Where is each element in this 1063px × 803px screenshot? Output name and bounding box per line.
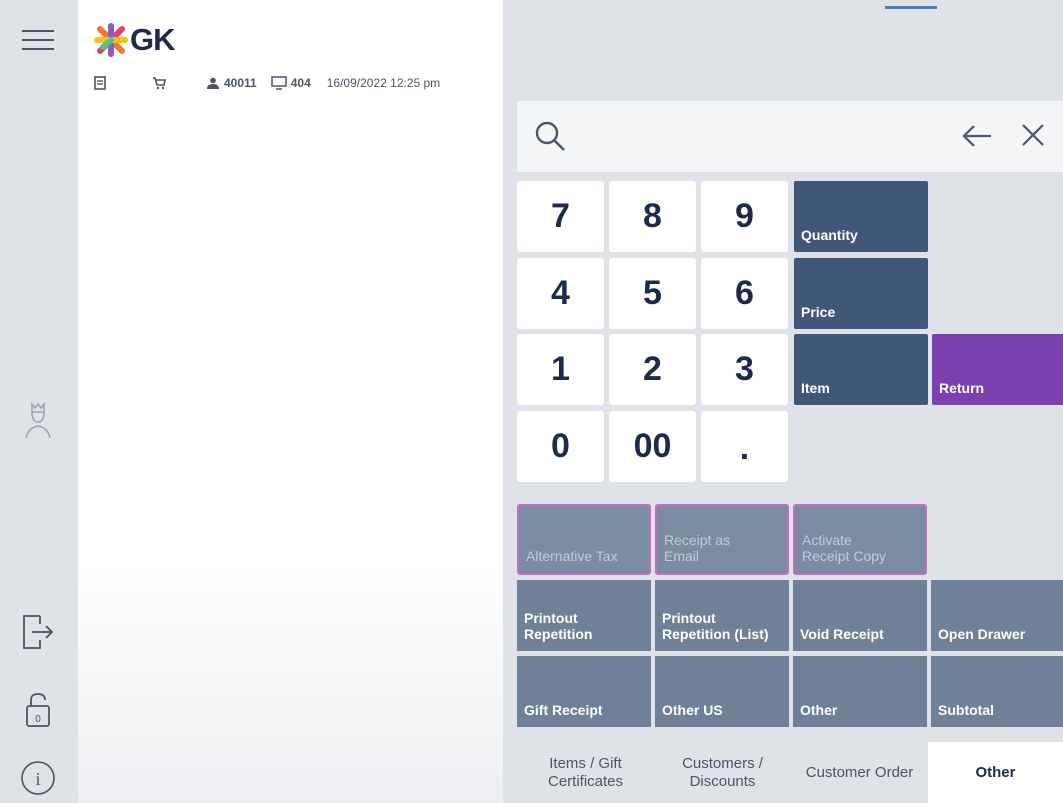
tab-items-gift-certificates-label: Items / Gift Certificates bbox=[548, 755, 623, 791]
printout-repetition-button[interactable]: Printout Repetition bbox=[517, 580, 651, 651]
monitor-icon bbox=[270, 76, 287, 90]
void-receipt-button[interactable]: Void Receipt bbox=[793, 580, 927, 651]
search-icon[interactable] bbox=[533, 119, 567, 158]
logout-icon[interactable] bbox=[18, 612, 58, 652]
crown-icon[interactable] bbox=[18, 400, 58, 440]
key-0[interactable]: 0 bbox=[517, 411, 604, 482]
lock-icon[interactable]: 0 bbox=[18, 690, 58, 730]
svg-text:0: 0 bbox=[35, 714, 41, 725]
key-decimal[interactable]: . bbox=[701, 411, 788, 482]
key-6[interactable]: 6 bbox=[701, 258, 788, 329]
top-indicator bbox=[885, 6, 937, 9]
activate-receipt-copy-line2: Receipt Copy bbox=[802, 548, 887, 564]
tab-other[interactable]: Other bbox=[928, 742, 1063, 803]
tab-items-gift-certificates[interactable]: Items / Gift Certificates bbox=[517, 742, 654, 803]
receipt-as-email-line1: Receipt as bbox=[664, 532, 731, 548]
key-5[interactable]: 5 bbox=[609, 258, 696, 329]
side-rail: 0 i bbox=[0, 0, 78, 803]
right-panel: 7 8 9 4 5 6 1 2 3 0 00 . Quantity Price … bbox=[503, 0, 1063, 803]
key-1[interactable]: 1 bbox=[517, 334, 604, 405]
alternative-tax-label: Alternative Tax bbox=[526, 548, 618, 564]
terminal-id: 404 bbox=[270, 76, 311, 90]
user-id-value: 40011 bbox=[224, 76, 257, 90]
svg-text:i: i bbox=[35, 769, 40, 789]
tab-items-line2: Certificates bbox=[547, 772, 624, 790]
menu-icon[interactable] bbox=[18, 20, 58, 60]
key-7[interactable]: 7 bbox=[517, 181, 604, 252]
receipt-panel: GK 40011 404 16/09/2022 12:25 pm bbox=[78, 0, 503, 803]
datetime: 16/09/2022 12:25 pm bbox=[326, 76, 441, 90]
price-button[interactable]: Price bbox=[794, 258, 928, 329]
printout-repetition-list-label: Printout Repetition (List) bbox=[662, 610, 769, 642]
key-9[interactable]: 9 bbox=[701, 181, 788, 252]
tab-customers-discounts-label: Customers / Discounts bbox=[682, 755, 763, 791]
gk-logo-icon bbox=[94, 23, 128, 57]
return-button[interactable]: Return bbox=[932, 334, 1063, 405]
search-bar[interactable] bbox=[517, 101, 1063, 172]
logo-text: GK bbox=[130, 22, 175, 57]
printout-repetition-list-button[interactable]: Printout Repetition (List) bbox=[655, 580, 789, 651]
back-arrow-icon[interactable] bbox=[961, 121, 993, 156]
other-us-button[interactable]: Other US bbox=[655, 656, 789, 727]
other-button[interactable]: Other bbox=[793, 656, 927, 727]
terminal-id-value: 404 bbox=[290, 76, 311, 90]
key-3[interactable]: 3 bbox=[701, 334, 788, 405]
key-2[interactable]: 2 bbox=[609, 334, 696, 405]
quantity-button[interactable]: Quantity bbox=[794, 181, 928, 252]
receipt-icon[interactable] bbox=[94, 76, 106, 90]
activate-receipt-copy-label: Activate Receipt Copy bbox=[802, 532, 886, 564]
printout-repetition-label: Printout Repetition bbox=[524, 610, 592, 642]
printout-repetition-list-line2: Repetition (List) bbox=[662, 626, 769, 642]
receipt-as-email-button[interactable]: Receipt as Email bbox=[655, 504, 789, 575]
key-00[interactable]: 00 bbox=[609, 411, 696, 482]
user-id: 40011 bbox=[206, 76, 257, 90]
receipt-header: GK 40011 404 16/09/2022 12:25 pm bbox=[78, 0, 503, 101]
status-bar: 40011 404 16/09/2022 12:25 pm bbox=[94, 76, 440, 90]
key-4[interactable]: 4 bbox=[517, 258, 604, 329]
receipt-as-email-line2: Email bbox=[664, 548, 700, 564]
key-8[interactable]: 8 bbox=[609, 181, 696, 252]
tab-items-line1: Items / Gift bbox=[549, 754, 622, 772]
gk-logo: GK bbox=[94, 22, 175, 58]
user-icon bbox=[207, 77, 219, 89]
printout-repetition-list-line1: Printout bbox=[662, 610, 716, 626]
category-tabs: Items / Gift Certificates Customers / Disc… bbox=[517, 742, 1063, 803]
printout-repetition-line1: Printout bbox=[524, 610, 578, 626]
gift-receipt-button[interactable]: Gift Receipt bbox=[517, 656, 651, 727]
printout-repetition-line2: Repetition bbox=[524, 626, 593, 642]
close-icon[interactable] bbox=[1019, 121, 1047, 154]
alternative-tax-button[interactable]: Alternative Tax bbox=[517, 504, 651, 575]
tab-customers-line1: Customers / bbox=[682, 754, 763, 772]
tab-customers-discounts[interactable]: Customers / Discounts bbox=[654, 742, 791, 803]
activate-receipt-copy-line1: Activate bbox=[802, 532, 852, 548]
cart-icon[interactable] bbox=[152, 76, 166, 90]
subtotal-button[interactable]: Subtotal bbox=[931, 656, 1063, 727]
tab-customer-order[interactable]: Customer Order bbox=[791, 742, 928, 803]
info-icon[interactable]: i bbox=[18, 758, 58, 798]
activate-receipt-copy-button[interactable]: Activate Receipt Copy bbox=[793, 504, 927, 575]
receipt-as-email-label: Receipt as Email bbox=[664, 532, 730, 564]
tab-customers-line2: Discounts bbox=[689, 772, 756, 790]
open-drawer-button[interactable]: Open Drawer bbox=[931, 580, 1063, 651]
item-button[interactable]: Item bbox=[794, 334, 928, 405]
